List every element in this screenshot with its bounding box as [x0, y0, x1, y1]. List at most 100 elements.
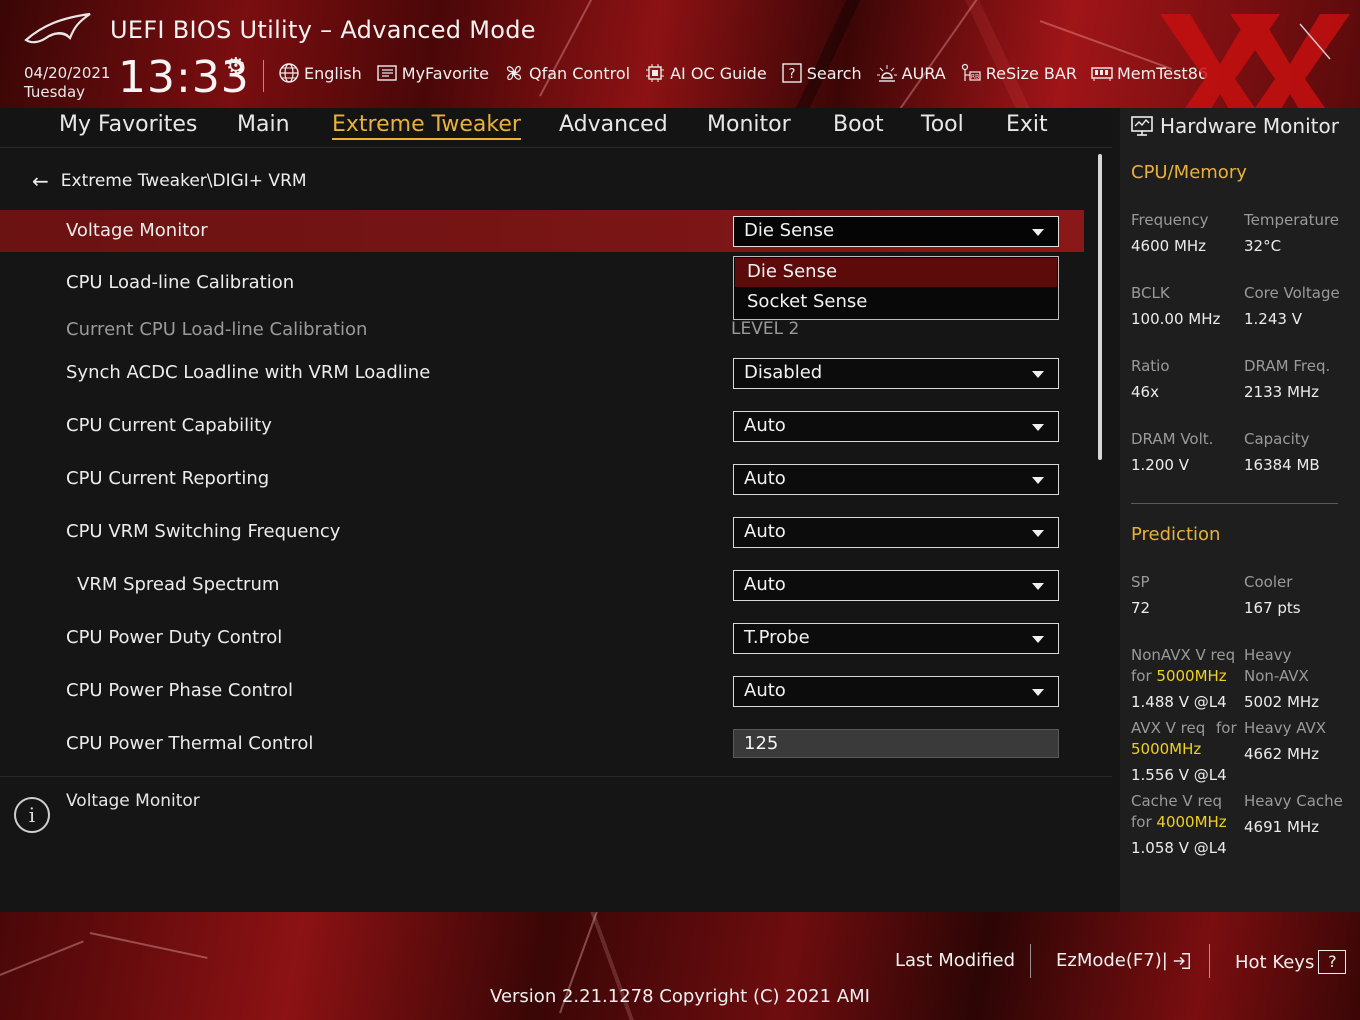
ai-oc-guide-button[interactable]: AI OC Guide	[644, 62, 767, 84]
dropdown-value: Auto	[744, 415, 786, 436]
back-arrow-icon[interactable]: ←	[32, 169, 49, 193]
svg-text:?: ?	[788, 67, 795, 82]
aura-button[interactable]: AURA	[876, 62, 946, 84]
dropdown-value: Auto	[744, 574, 786, 595]
question-box-icon: ?	[781, 63, 802, 83]
myfavorite-button[interactable]: MyFavorite	[376, 62, 489, 84]
tab-advanced[interactable]: Advanced	[559, 112, 668, 137]
date-text: 04/20/2021	[24, 64, 111, 82]
tab-extreme-tweaker[interactable]: Extreme Tweaker	[332, 112, 521, 140]
hw-value-heavy-nonavx: 5002 MHz	[1244, 693, 1320, 711]
hw-label-heavy-avx: Heavy AVX	[1244, 719, 1327, 737]
search-button[interactable]: ? Search	[781, 62, 862, 84]
hw-value-nonavx: 1.488 V @L4	[1131, 693, 1227, 711]
footer-separator	[1209, 944, 1210, 978]
settings-panel: ← Extreme Tweaker\DIGI+ VRM Voltage Moni…	[0, 149, 1112, 767]
setting-row-cpu-vrm-switching-frequency[interactable]: CPU VRM Switching Frequency Auto	[0, 511, 1084, 553]
help-panel: i Voltage Monitor	[0, 776, 1112, 912]
hw-value-heavy-cache: 4691 MHz	[1244, 818, 1320, 836]
cpu-current-capability-dropdown[interactable]: Auto	[733, 411, 1059, 442]
hot-keys-button[interactable]: Hot Keys ?	[1235, 950, 1347, 974]
synch-acdc-dropdown[interactable]: Disabled	[733, 358, 1059, 389]
resize-bar-button[interactable]: RB ReSize BAR	[960, 62, 1077, 84]
tab-exit[interactable]: Exit	[1006, 112, 1048, 137]
dropdown-option-socket-sense[interactable]: Socket Sense	[735, 288, 1057, 317]
hw-label-avx-vreq: AVX V req	[1131, 719, 1206, 737]
chevron-down-icon	[1032, 371, 1044, 378]
setting-row-synch-acdc[interactable]: Synch ACDC Loadline with VRM Loadline Di…	[0, 352, 1084, 394]
vrm-spread-spectrum-dropdown[interactable]: Auto	[733, 570, 1059, 601]
tab-monitor[interactable]: Monitor	[707, 112, 791, 137]
setting-row-vrm-spread-spectrum[interactable]: VRM Spread Spectrum Auto	[0, 564, 1084, 606]
nonavx-target-freq: 5000MHz	[1156, 667, 1227, 685]
cpu-power-duty-control-dropdown[interactable]: T.Probe	[733, 623, 1059, 654]
tab-boot[interactable]: Boot	[833, 112, 884, 137]
setting-label: Synch ACDC Loadline with VRM Loadline	[66, 362, 431, 383]
hw-value-cooler: 167 pts	[1244, 599, 1301, 617]
day-text: Tuesday	[24, 83, 86, 101]
hw-label-nonavx-vreq: NonAVX V req	[1131, 646, 1236, 664]
fan-icon	[506, 65, 522, 81]
setting-row-cpu-current-reporting[interactable]: CPU Current Reporting Auto	[0, 458, 1084, 500]
breadcrumb: ← Extreme Tweaker\DIGI+ VRM	[32, 169, 307, 193]
info-icon: i	[14, 797, 50, 833]
date-display: 04/20/2021 Tuesday	[24, 64, 110, 102]
hw-value-dram-volt: 1.200 V	[1131, 456, 1189, 474]
monitor-icon	[1131, 116, 1153, 136]
hw-value-sp: 72	[1131, 599, 1151, 617]
setting-label: CPU Current Capability	[66, 415, 272, 436]
hw-label-temperature: Temperature	[1244, 211, 1340, 229]
voltage-monitor-options-list: Die Sense Socket Sense	[733, 256, 1059, 320]
tab-my-favorites[interactable]: My Favorites	[59, 112, 197, 137]
avx-target-freq: 5000MHz	[1131, 740, 1202, 758]
favorite-list-icon	[377, 65, 397, 81]
dropdown-option-die-sense[interactable]: Die Sense	[735, 258, 1057, 287]
hw-label-ratio: Ratio	[1131, 357, 1170, 375]
language-button[interactable]: English	[278, 62, 362, 84]
hw-label-dram-freq: DRAM Freq.	[1244, 357, 1331, 375]
ezmode-label: EzMode(F7)|	[1056, 950, 1168, 971]
scrollbar[interactable]	[1098, 154, 1102, 460]
setting-row-cpu-current-capability[interactable]: CPU Current Capability Auto	[0, 405, 1084, 447]
voltage-monitor-dropdown[interactable]: Die Sense	[733, 216, 1059, 247]
cpu-power-phase-control-dropdown[interactable]: Auto	[733, 676, 1059, 707]
setting-label: CPU Current Reporting	[66, 468, 270, 489]
dropdown-value: Auto	[744, 468, 786, 489]
main-nav-tabs: My Favorites Main Extreme Tweaker Advanc…	[0, 108, 1112, 148]
version-text: Version 2.21.1278 Copyright (C) 2021 AMI	[490, 986, 870, 1007]
cpu-power-thermal-control-input[interactable]: 125	[733, 729, 1059, 758]
last-modified-button[interactable]: Last Modified	[895, 950, 1015, 971]
hw-label-heavy-cache: Heavy Cache	[1244, 792, 1343, 810]
dropdown-value: Auto	[744, 521, 786, 542]
qfan-control-label: Qfan Control	[529, 63, 631, 83]
watermark-xx-logo-icon	[1160, 14, 1350, 108]
svg-text:RB: RB	[971, 74, 979, 81]
aura-label: AURA	[901, 63, 946, 83]
prediction-heading: Prediction	[1131, 524, 1221, 545]
setting-row-cpu-power-duty-control[interactable]: CPU Power Duty Control T.Probe	[0, 617, 1084, 659]
hardware-monitor-label: Hardware Monitor	[1160, 114, 1339, 138]
readonly-value: LEVEL 2	[731, 319, 800, 339]
cpu-current-reporting-dropdown[interactable]: Auto	[733, 464, 1059, 495]
setting-row-cpu-power-phase-control[interactable]: CPU Power Phase Control Auto	[0, 670, 1084, 712]
chip-icon	[646, 64, 665, 82]
header-bar: UEFI BIOS Utility – Advanced Mode 04/20/…	[0, 0, 1360, 108]
dropdown-value: Disabled	[744, 362, 823, 383]
qfan-control-button[interactable]: Qfan Control	[503, 62, 630, 84]
for-text: for	[1131, 813, 1152, 831]
hw-value-capacity: 16384 MB	[1244, 456, 1320, 474]
dropdown-value: Die Sense	[744, 220, 835, 241]
setting-row-cpu-power-thermal-control[interactable]: CPU Power Thermal Control 125	[0, 723, 1084, 765]
setting-label: CPU Power Phase Control	[66, 680, 293, 701]
setting-row-voltage-monitor[interactable]: Voltage Monitor Die Sense	[0, 210, 1084, 252]
header-separator	[263, 60, 264, 92]
hw-divider	[1131, 503, 1338, 504]
tab-tool[interactable]: Tool	[921, 112, 964, 137]
tab-main[interactable]: Main	[237, 112, 290, 137]
language-label: English	[304, 63, 362, 83]
chevron-down-icon	[1032, 636, 1044, 643]
hw-label-core-voltage: Core Voltage	[1244, 284, 1340, 302]
clock-settings-gear-icon[interactable]: ⚙	[226, 54, 246, 79]
cpu-vrm-switching-frequency-dropdown[interactable]: Auto	[733, 517, 1059, 548]
ezmode-button[interactable]: EzMode(F7)|	[1056, 950, 1192, 971]
